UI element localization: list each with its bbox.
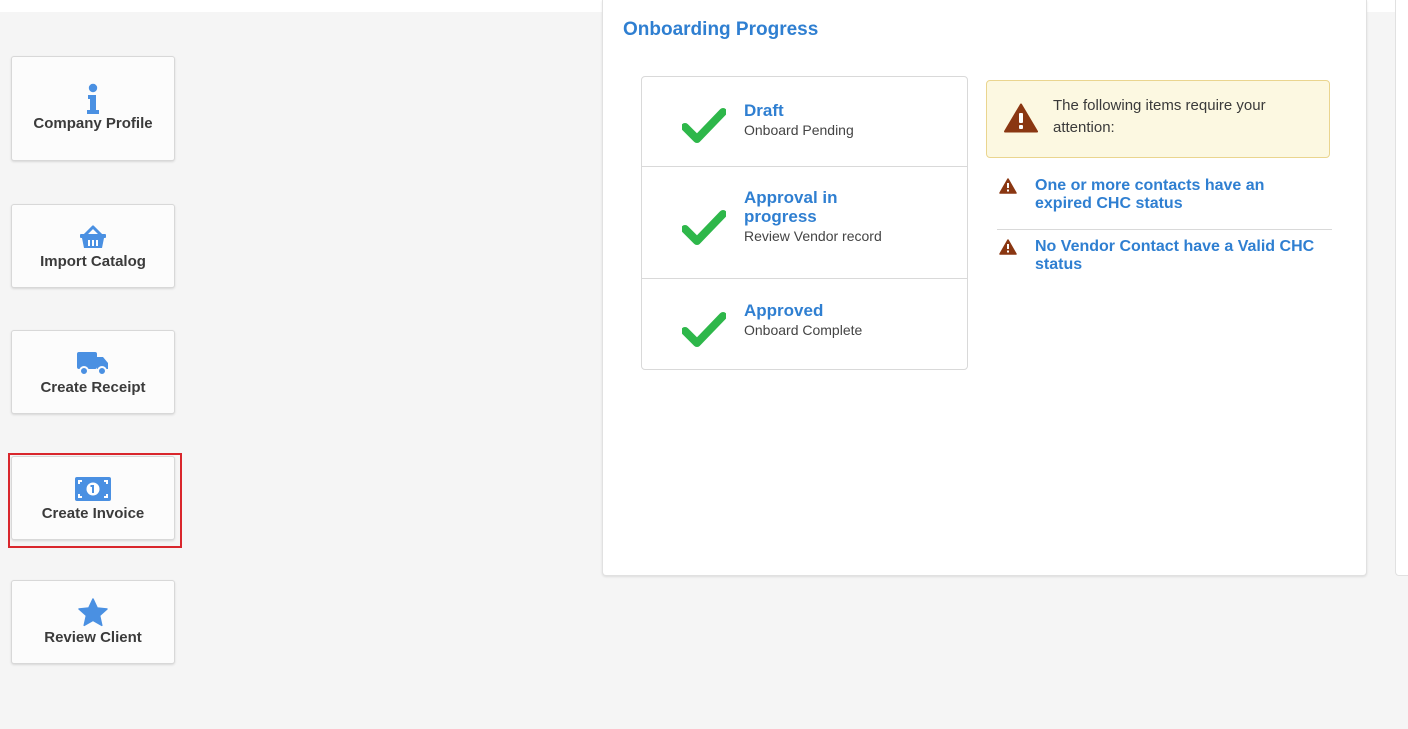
step-title: Approval in progress [744, 188, 838, 226]
step-subtitle: Onboard Complete [744, 322, 863, 338]
warning-icon [999, 178, 1017, 194]
issue-item[interactable]: One or more contacts have an expired CHC… [999, 177, 1331, 217]
step-subtitle: Review Vendor record [744, 228, 882, 244]
warning-icon [999, 239, 1017, 255]
highlight-frame [8, 453, 182, 548]
issue-link[interactable]: One or more contacts have an expired CHC… [1035, 177, 1325, 213]
basket-icon [79, 222, 107, 252]
step-title: Approved [744, 301, 824, 320]
app-screen: Company Profile Import Catalog Create Re [0, 0, 1408, 729]
step-approval-in-progress: Approval in progress Review Vendor recor… [642, 167, 967, 279]
step-approved: Approved Onboard Complete [642, 279, 967, 369]
checkmark-icon [682, 312, 726, 347]
checkmark-icon [682, 108, 726, 143]
adjacent-panel-edge [1395, 0, 1408, 576]
alert-message: The following items require your attenti… [1053, 97, 1266, 136]
onboarding-steps: Draft Onboard Pending Approval in progre… [641, 76, 968, 370]
onboarding-panel: Onboarding Progress Draft Onboard Pendin… [602, 0, 1367, 576]
review-client-label: Review Client [44, 628, 142, 646]
attention-alert: The following items require your attenti… [986, 80, 1330, 158]
info-icon [85, 83, 101, 114]
review-client-button[interactable]: Review Client [11, 580, 175, 664]
panel-title: Onboarding Progress [623, 19, 819, 40]
warning-icon [1004, 103, 1038, 133]
checkmark-icon [682, 210, 726, 245]
step-subtitle: Onboard Pending [744, 122, 854, 138]
company-profile-label: Company Profile [33, 115, 153, 132]
import-catalog-button[interactable]: Import Catalog [11, 204, 175, 288]
create-receipt-button[interactable]: Create Receipt [11, 330, 175, 414]
company-profile-button[interactable]: Company Profile [11, 56, 175, 161]
step-draft: Draft Onboard Pending [642, 77, 967, 167]
import-catalog-label: Import Catalog [40, 252, 146, 270]
issue-divider [997, 229, 1332, 230]
create-receipt-label: Create Receipt [40, 378, 146, 396]
truck-icon [76, 348, 110, 378]
issue-item[interactable]: No Vendor Contact have a Valid CHC statu… [999, 238, 1331, 278]
step-title: Draft [744, 101, 784, 120]
star-icon [78, 598, 108, 628]
issue-link[interactable]: No Vendor Contact have a Valid CHC statu… [1035, 238, 1325, 274]
